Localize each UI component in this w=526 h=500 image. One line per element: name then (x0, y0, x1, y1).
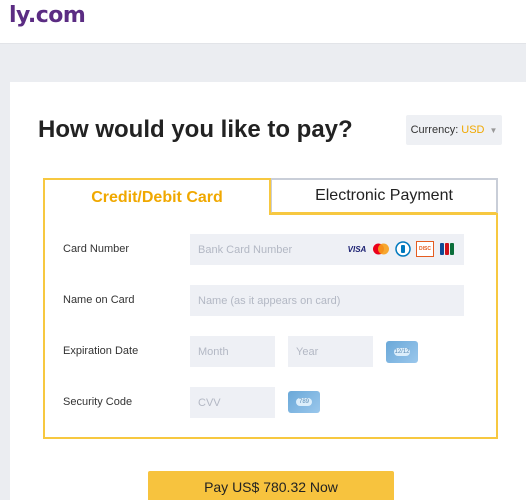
visa-icon: VISA (347, 244, 367, 254)
cvv-hint-icon: 789 (288, 391, 320, 413)
expiration-hint-text: 12/12 (394, 348, 410, 356)
diners-icon (394, 241, 412, 257)
security-code-label: Security Code (63, 396, 133, 408)
card-brands: VISA DISC (346, 241, 456, 257)
payment-card: How would you like to pay? Currency: USD… (10, 82, 526, 500)
expiration-month-select[interactable]: Month (190, 336, 275, 367)
card-number-placeholder: Bank Card Number (198, 243, 293, 256)
logo[interactable]: ly.com (9, 3, 86, 28)
top-bar: ly.com (0, 0, 526, 44)
tab-credit-debit-card[interactable]: Credit/Debit Card (43, 178, 271, 215)
page-title: How would you like to pay? (38, 116, 353, 143)
name-on-card-input[interactable]: Name (as it appears on card) (190, 285, 464, 316)
currency-selector[interactable]: Currency: USD ▼ (406, 115, 502, 145)
currency-label: Currency: (410, 124, 459, 136)
expiration-year-select[interactable]: Year (288, 336, 373, 367)
name-on-card-placeholder: Name (as it appears on card) (198, 294, 341, 307)
card-number-input[interactable]: Bank Card Number VISA DISC (190, 234, 464, 265)
payment-tabs: Credit/Debit Card Electronic Payment (43, 178, 498, 215)
pay-now-button[interactable]: Pay US$ 780.32 Now (148, 471, 394, 500)
expiration-hint-icon: 12/12 (386, 341, 418, 363)
year-placeholder: Year (296, 345, 319, 358)
expiration-date-label: Expiration Date (63, 345, 139, 357)
card-number-label: Card Number (63, 243, 130, 255)
name-on-card-label: Name on Card (63, 294, 135, 306)
discover-icon: DISC (416, 241, 434, 257)
cvv-hint-text: 789 (296, 398, 312, 406)
tab-electronic-payment[interactable]: Electronic Payment (270, 178, 498, 214)
cvv-input[interactable]: CVV (190, 387, 275, 418)
month-placeholder: Month (198, 345, 229, 358)
currency-value: USD (461, 124, 485, 136)
mastercard-icon (372, 241, 390, 257)
chevron-down-icon: ▼ (489, 125, 498, 135)
cvv-placeholder: CVV (198, 396, 221, 409)
jcb-icon (438, 241, 456, 257)
